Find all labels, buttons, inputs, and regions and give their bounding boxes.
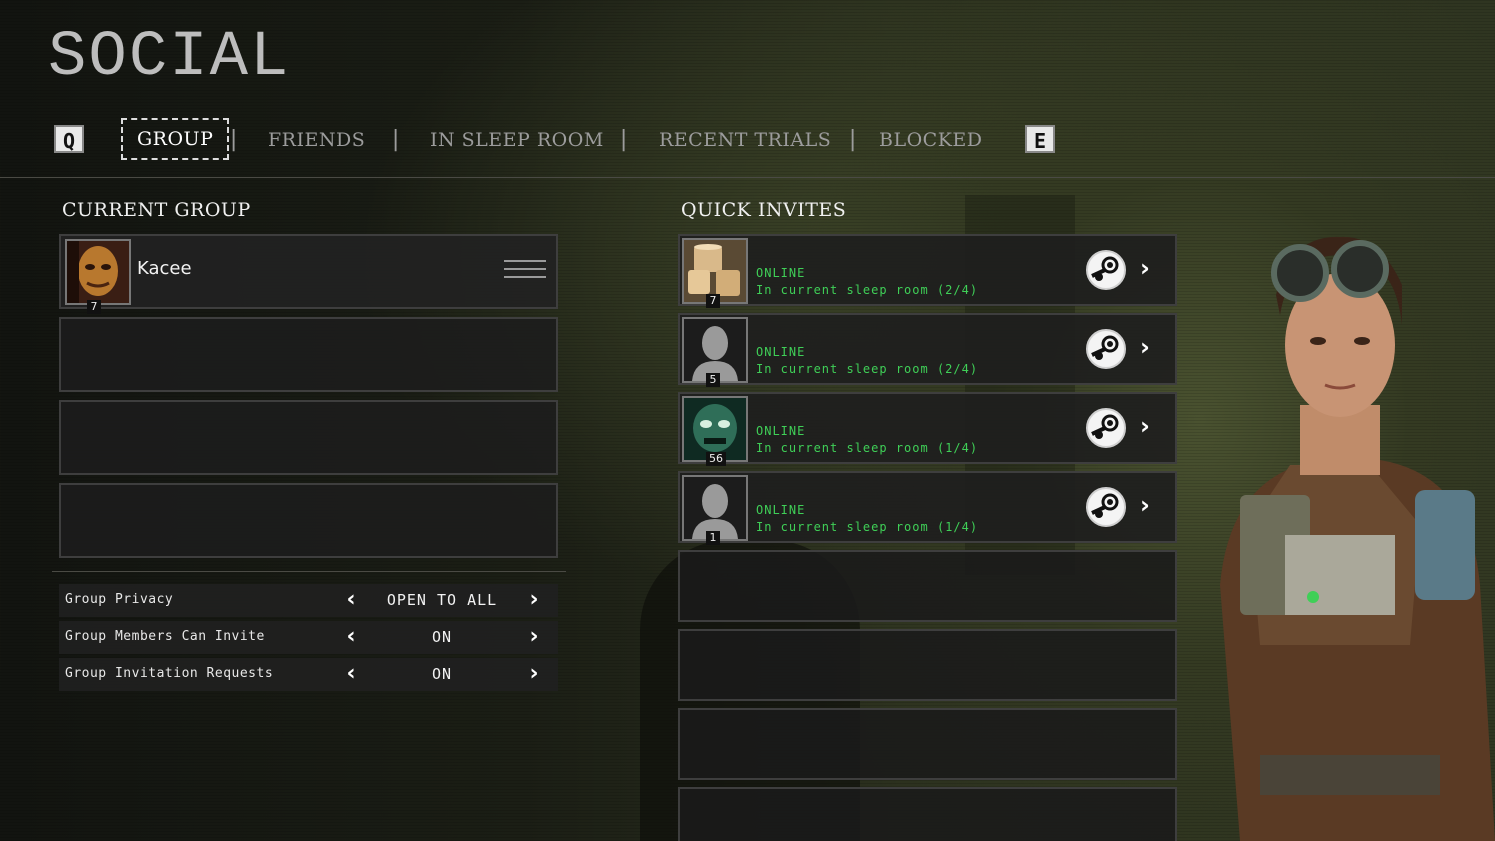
steam-icon[interactable] xyxy=(1086,250,1126,290)
setting-label: Group Privacy xyxy=(65,592,174,607)
player-room: In current sleep room (2/4) xyxy=(756,283,979,297)
setting-value: OPEN TO ALL xyxy=(386,591,498,609)
player-status: ONLINE xyxy=(756,266,806,280)
player-room: In current sleep room (1/4) xyxy=(756,520,979,534)
tab-blocked[interactable]: BLOCKED xyxy=(879,126,983,154)
empty-invite-slot xyxy=(678,550,1177,622)
player-status: ONLINE xyxy=(756,503,806,517)
empty-group-slot[interactable] xyxy=(59,483,558,558)
tab-in-sleep-room[interactable]: IN SLEEP ROOM xyxy=(430,126,604,154)
player-room: In current sleep room (2/4) xyxy=(756,362,979,376)
steam-icon[interactable] xyxy=(1086,408,1126,448)
group-member-slot[interactable]: 7 Kacee xyxy=(59,234,558,314)
prev-tab-key-hint[interactable]: Q xyxy=(54,125,84,153)
next-tab-key-hint[interactable]: E xyxy=(1025,125,1055,153)
player-level-badge: 56 xyxy=(706,452,726,466)
tab-separator: | xyxy=(389,127,403,152)
tab-separator: | xyxy=(617,127,631,152)
empty-group-slot[interactable] xyxy=(59,317,558,392)
current-group-title: CURRENT GROUP xyxy=(62,199,251,221)
setting-value: ON xyxy=(431,628,453,646)
character-portrait xyxy=(1180,225,1495,841)
chevron-right-icon[interactable]: › xyxy=(1140,333,1160,361)
setting-label: Group Members Can Invite xyxy=(65,629,265,644)
empty-group-slot[interactable] xyxy=(59,400,558,475)
settings-divider xyxy=(52,571,566,572)
tab-recent-trials[interactable]: RECENT TRIALS xyxy=(659,126,831,154)
hamburger-menu-icon[interactable] xyxy=(504,254,546,284)
chevron-left-icon[interactable]: ‹ xyxy=(340,662,362,686)
quick-invites-title: QUICK INVITES xyxy=(681,199,847,221)
setting-members-can-invite[interactable]: Group Members Can Invite ‹ ON › xyxy=(59,621,558,654)
quick-invite-row[interactable]: 7 ONLINE In current sleep room (2/4) › xyxy=(678,234,1177,308)
setting-value: ON xyxy=(431,665,453,683)
steam-icon[interactable] xyxy=(1086,487,1126,527)
chevron-left-icon[interactable]: ‹ xyxy=(340,625,362,649)
tab-group[interactable]: GROUP xyxy=(121,118,230,160)
member-name: Kacee xyxy=(137,258,192,279)
chevron-right-icon[interactable]: › xyxy=(1140,491,1160,519)
player-status: ONLINE xyxy=(756,424,806,438)
player-level-badge: 5 xyxy=(706,373,720,387)
empty-invite-slot xyxy=(678,629,1177,701)
player-level-badge: 7 xyxy=(706,294,720,308)
tab-separator: | xyxy=(846,127,860,152)
setting-invitation-requests[interactable]: Group Invitation Requests ‹ ON › xyxy=(59,658,558,691)
tab-separator: | xyxy=(227,127,241,152)
page-title: SOCIAL xyxy=(48,22,291,94)
member-avatar xyxy=(65,239,131,305)
setting-label: Group Invitation Requests xyxy=(65,666,274,681)
player-room: In current sleep room (1/4) xyxy=(756,441,979,455)
player-level-badge: 1 xyxy=(706,531,720,545)
quick-invite-row[interactable]: 5 ONLINE In current sleep room (2/4) › xyxy=(678,313,1177,387)
steam-icon[interactable] xyxy=(1086,329,1126,369)
chevron-right-icon[interactable]: › xyxy=(523,588,545,612)
tab-friends[interactable]: FRIENDS xyxy=(268,126,365,154)
chevron-right-icon[interactable]: › xyxy=(523,662,545,686)
setting-group-privacy[interactable]: Group Privacy ‹ OPEN TO ALL › xyxy=(59,584,558,617)
chevron-right-icon[interactable]: › xyxy=(1140,412,1160,440)
empty-invite-slot xyxy=(678,708,1177,780)
player-status: ONLINE xyxy=(756,345,806,359)
quick-invite-row[interactable]: 56 ONLINE In current sleep room (1/4) › xyxy=(678,392,1177,466)
chevron-left-icon[interactable]: ‹ xyxy=(340,588,362,612)
tab-bar: Q GROUP | FRIENDS | IN SLEEP ROOM | RECE… xyxy=(0,112,1495,178)
empty-invite-slot xyxy=(678,787,1177,841)
chevron-right-icon[interactable]: › xyxy=(523,625,545,649)
quick-invite-row[interactable]: 1 ONLINE In current sleep room (1/4) › xyxy=(678,471,1177,545)
member-level-badge: 7 xyxy=(87,300,101,314)
chevron-right-icon[interactable]: › xyxy=(1140,254,1160,282)
